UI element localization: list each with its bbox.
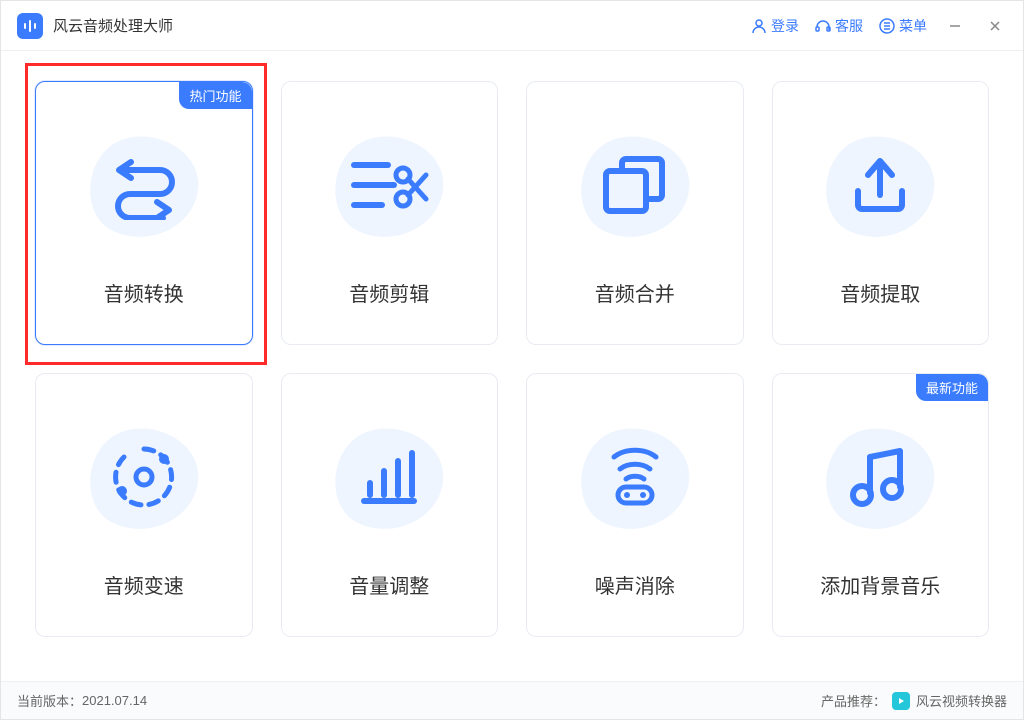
audio-bars-icon [22, 18, 38, 34]
scissors-list-icon [348, 155, 430, 215]
version-value: 2021.07.14 [82, 693, 147, 708]
card-label: 音频剪辑 [349, 278, 429, 307]
card-icon-wrap [570, 412, 700, 542]
card-label: 音频转换 [104, 278, 184, 307]
card-audio-edit[interactable]: 音频剪辑 [281, 81, 499, 345]
menu-button[interactable]: 菜单 [879, 16, 927, 36]
noise-waves-icon [602, 445, 668, 509]
badge-hot: 热门功能 [179, 82, 251, 109]
close-icon [989, 20, 1001, 32]
support-label: 客服 [835, 16, 863, 36]
card-label: 添加背景音乐 [820, 570, 940, 599]
recommend-product[interactable]: 风云视频转换器 [916, 691, 1007, 710]
card-audio-convert[interactable]: 热门功能 音频转换 [35, 81, 253, 345]
login-label: 登录 [771, 16, 799, 36]
recommend-label: 产品推荐： [821, 691, 886, 710]
headset-icon [815, 18, 831, 34]
support-button[interactable]: 客服 [815, 16, 863, 36]
minimize-icon [949, 20, 961, 32]
card-icon-wrap [815, 412, 945, 542]
card-noise-remove[interactable]: 噪声消除 [526, 373, 744, 637]
speed-circle-icon [108, 441, 180, 513]
card-icon-wrap [324, 412, 454, 542]
close-button[interactable] [983, 14, 1007, 38]
title-actions: 登录 客服 菜单 [751, 14, 1007, 38]
card-audio-speed[interactable]: 音频变速 [35, 373, 253, 637]
badge-new: 最新功能 [916, 374, 988, 401]
app-logo [17, 13, 43, 39]
app-title: 风云音频处理大师 [53, 15, 173, 36]
merge-copy-icon [600, 153, 670, 217]
user-icon [751, 18, 767, 34]
version-label: 当前版本： [17, 691, 82, 710]
card-label: 音频提取 [840, 278, 920, 307]
card-audio-merge[interactable]: 音频合并 [526, 81, 744, 345]
convert-icon [105, 150, 183, 220]
card-icon-wrap [570, 120, 700, 250]
titlebar: 风云音频处理大师 登录 客服 菜单 [1, 1, 1023, 51]
card-icon-wrap [815, 120, 945, 250]
card-add-bgm[interactable]: 最新功能 添加背景音乐 [772, 373, 990, 637]
card-volume-adjust[interactable]: 音量调整 [281, 373, 499, 637]
card-label: 音量调整 [349, 570, 429, 599]
volume-bars-icon [356, 447, 422, 507]
card-audio-extract[interactable]: 音频提取 [772, 81, 990, 345]
extract-upload-icon [848, 153, 912, 217]
card-icon-wrap [324, 120, 454, 250]
feature-grid: 热门功能 音频转换 [35, 81, 989, 637]
card-label: 音频变速 [104, 570, 184, 599]
card-icon-wrap [79, 412, 209, 542]
menu-icon [879, 18, 895, 34]
play-icon [896, 696, 906, 706]
minimize-button[interactable] [943, 14, 967, 38]
recommend-product-logo [892, 692, 910, 710]
menu-label: 菜单 [899, 16, 927, 36]
music-note-icon [848, 443, 912, 511]
statusbar: 当前版本： 2021.07.14 产品推荐： 风云视频转换器 [1, 681, 1023, 719]
main-content: 热门功能 音频转换 [1, 51, 1023, 637]
card-label: 音频合并 [595, 278, 675, 307]
card-icon-wrap [79, 120, 209, 250]
login-button[interactable]: 登录 [751, 16, 799, 36]
card-label: 噪声消除 [595, 570, 675, 599]
